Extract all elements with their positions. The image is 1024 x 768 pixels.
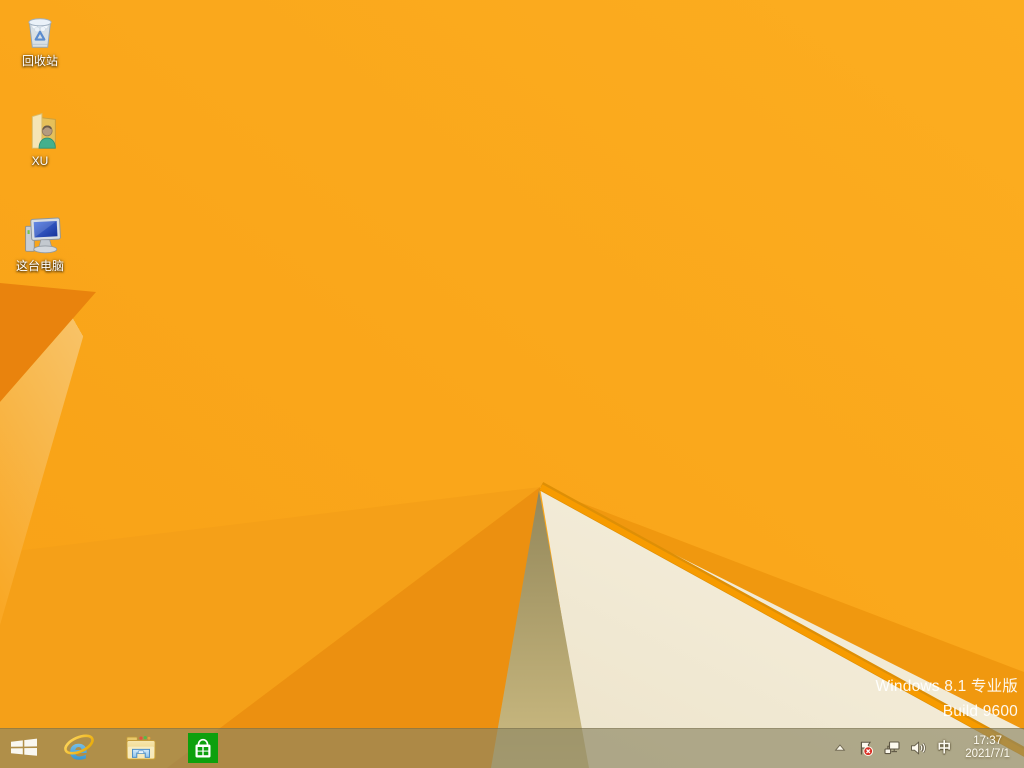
- action-center-button[interactable]: [857, 739, 875, 757]
- chevron-up-icon: [832, 740, 848, 756]
- recycle-bin-icon: [17, 6, 63, 52]
- desktop-screen: 回收站 XU 这台电脑: [0, 0, 1024, 768]
- taskbar-button-store[interactable]: [172, 728, 234, 768]
- this-pc-icon: [17, 211, 63, 257]
- user-folder-icon: [17, 106, 63, 152]
- desktop-icon-label: 这台电脑: [16, 260, 64, 273]
- desktop-icon-label: XU: [32, 155, 49, 168]
- start-button[interactable]: [0, 728, 48, 768]
- clock-date: 2021/7/1: [965, 748, 1010, 761]
- ime-language-label: 中: [937, 739, 951, 757]
- watermark-edition: Windows 8.1 专业版: [875, 674, 1018, 699]
- volume-button[interactable]: [909, 739, 927, 757]
- clock-time: 17:37: [973, 735, 1002, 748]
- desktop-icon-recycle-bin[interactable]: 回收站: [8, 6, 72, 68]
- show-hidden-icons-button[interactable]: [831, 739, 849, 757]
- taskbar-clock[interactable]: 17:37 2021/7/1: [965, 735, 1010, 761]
- windows-logo-icon: [9, 737, 39, 759]
- file-explorer-icon: [125, 733, 157, 763]
- internet-explorer-icon: e: [63, 732, 95, 764]
- store-icon: [188, 733, 218, 763]
- desktop-icon-label: 回收站: [22, 55, 58, 68]
- desktop-icon-this-pc[interactable]: 这台电脑: [8, 211, 72, 273]
- taskbar-button-file-explorer[interactable]: [110, 728, 172, 768]
- taskbar-button-internet-explorer[interactable]: e: [48, 728, 110, 768]
- flag-alert-icon: [857, 739, 875, 757]
- taskbar: e: [0, 728, 1024, 768]
- watermark-build: Build 9600: [875, 699, 1018, 724]
- network-icon: [883, 739, 901, 757]
- system-tray: 中 17:37 2021/7/1: [831, 728, 1024, 768]
- wallpaper: [0, 0, 1024, 768]
- network-status-button[interactable]: [883, 739, 901, 757]
- ime-indicator-button[interactable]: 中: [935, 739, 953, 757]
- desktop-icon-user-folder[interactable]: XU: [8, 106, 72, 168]
- speaker-icon: [909, 739, 927, 757]
- windows-watermark: Windows 8.1 专业版 Build 9600: [875, 674, 1018, 724]
